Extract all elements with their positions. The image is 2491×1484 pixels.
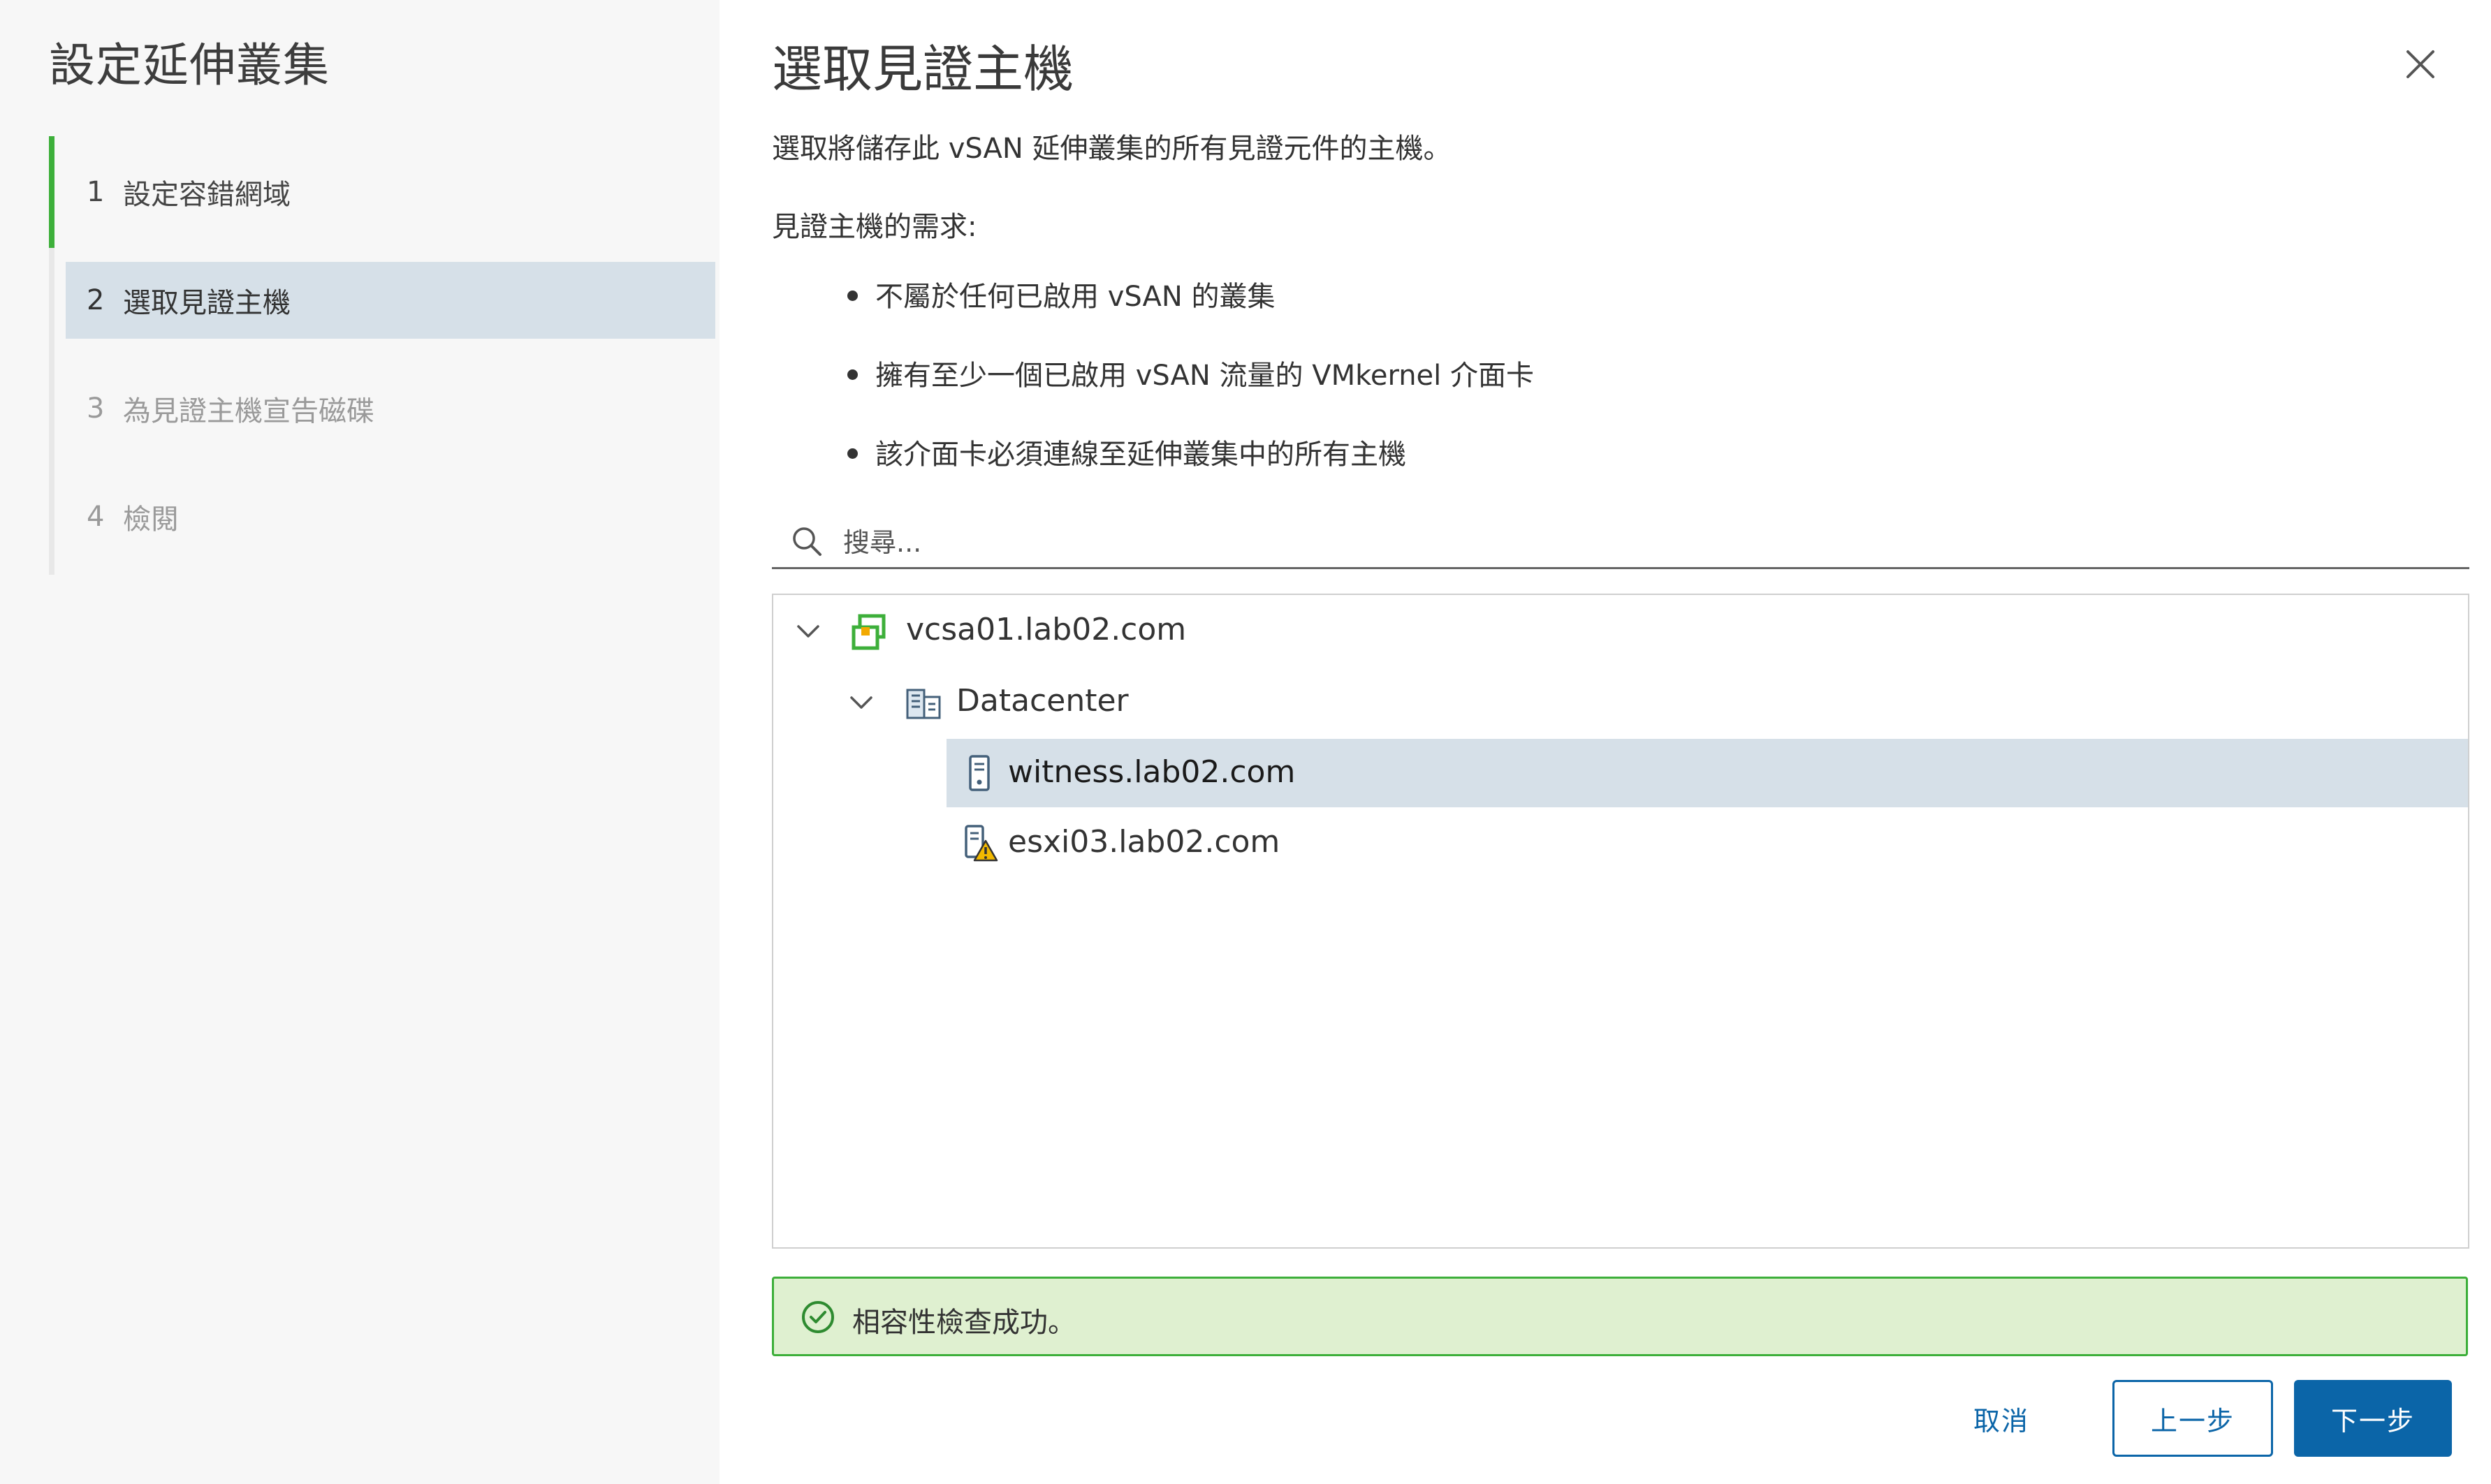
requirement-item: 不屬於任何已啟用 vSAN 的叢集 bbox=[772, 279, 1534, 358]
tree-node-datacenter[interactable]: Datacenter bbox=[773, 668, 2468, 736]
step-label: 選取見證主機 bbox=[123, 287, 291, 319]
wizard-step-4: 4 檢閱 bbox=[66, 478, 715, 555]
step-number: 3 bbox=[87, 392, 105, 425]
requirement-item: 擁有至少一個已啟用 vSAN 流量的 VMkernel 介面卡 bbox=[772, 358, 1534, 437]
back-button[interactable]: 上一步 bbox=[2112, 1380, 2273, 1457]
compatibility-status-banner: 相容性檢查成功。 bbox=[772, 1277, 2468, 1356]
wizard-dialog: 設定延伸叢集 1 設定容錯網域 2 選取見證主機 3 為見證主機宣告磁碟 4 檢… bbox=[0, 0, 2491, 1484]
search-bar bbox=[772, 518, 2469, 569]
bullet-icon bbox=[847, 448, 858, 459]
tree-node-label: vcsa01.lab02.com bbox=[906, 612, 1187, 647]
requirement-text: 該介面卡必須連線至延伸叢集中的所有主機 bbox=[875, 439, 1406, 471]
vcenter-icon bbox=[852, 614, 886, 650]
requirements-list: 不屬於任何已啟用 vSAN 的叢集 擁有至少一個已啟用 vSAN 流量的 VMk… bbox=[772, 279, 1534, 516]
step-number: 4 bbox=[87, 501, 105, 533]
requirement-text: 擁有至少一個已啟用 vSAN 流量的 VMkernel 介面卡 bbox=[875, 360, 1534, 392]
check-circle-icon bbox=[802, 1301, 834, 1333]
datacenter-icon bbox=[906, 689, 941, 719]
cancel-button[interactable]: 取消 bbox=[1945, 1380, 2057, 1457]
bullet-icon bbox=[847, 291, 858, 301]
step-label: 為見證主機宣告磁碟 bbox=[123, 395, 374, 427]
chevron-down-icon[interactable] bbox=[793, 616, 824, 647]
tree-node-label: esxi03.lab02.com bbox=[1008, 824, 1280, 860]
step-number: 2 bbox=[87, 284, 105, 316]
host-tree: vcsa01.lab02.com Datacenter witness.lab0… bbox=[772, 594, 2469, 1249]
tree-node-label: witness.lab02.com bbox=[1008, 754, 1296, 790]
tree-node-label: Datacenter bbox=[956, 683, 1129, 719]
tree-node-vcenter[interactable]: vcsa01.lab02.com bbox=[773, 596, 2468, 665]
host-icon bbox=[969, 755, 990, 791]
wizard-step-2[interactable]: 2 選取見證主機 bbox=[66, 262, 715, 339]
page-description: 選取將儲存此 vSAN 延伸叢集的所有見證元件的主機。 bbox=[772, 133, 1452, 165]
wizard-content: 選取見證主機 選取將儲存此 vSAN 延伸叢集的所有見證元件的主機。 見證主機的… bbox=[719, 0, 2491, 1484]
close-button[interactable] bbox=[2399, 43, 2441, 85]
next-button[interactable]: 下一步 bbox=[2294, 1380, 2452, 1457]
close-icon bbox=[2406, 50, 2434, 78]
wizard-sidebar: 設定延伸叢集 1 設定容錯網域 2 選取見證主機 3 為見證主機宣告磁碟 4 檢… bbox=[0, 0, 719, 1484]
requirement-text: 不屬於任何已啟用 vSAN 的叢集 bbox=[875, 281, 1276, 313]
search-icon bbox=[793, 527, 821, 556]
tree-node-host-esxi03[interactable]: esxi03.lab02.com bbox=[947, 809, 2468, 877]
status-message: 相容性檢查成功。 bbox=[852, 1307, 1076, 1339]
chevron-down-icon[interactable] bbox=[846, 687, 877, 718]
step-label: 設定容錯網域 bbox=[123, 179, 291, 211]
page-title: 選取見證主機 bbox=[772, 40, 1074, 98]
bullet-icon bbox=[847, 369, 858, 380]
wizard-step-3: 3 為見證主機宣告磁碟 bbox=[66, 370, 715, 447]
tree-node-host-witness[interactable]: witness.lab02.com bbox=[947, 739, 2468, 807]
host-warning-icon bbox=[965, 825, 998, 862]
requirement-item: 該介面卡必須連線至延伸叢集中的所有主機 bbox=[772, 437, 1534, 516]
wizard-title: 設定延伸叢集 bbox=[49, 38, 330, 92]
requirements-title: 見證主機的需求: bbox=[772, 211, 977, 243]
wizard-step-1[interactable]: 1 設定容錯網域 bbox=[66, 154, 715, 230]
search-input[interactable] bbox=[842, 521, 2451, 564]
step-number: 1 bbox=[87, 176, 105, 208]
step-label: 檢閱 bbox=[123, 504, 179, 536]
steps-progress-completed bbox=[49, 136, 54, 248]
